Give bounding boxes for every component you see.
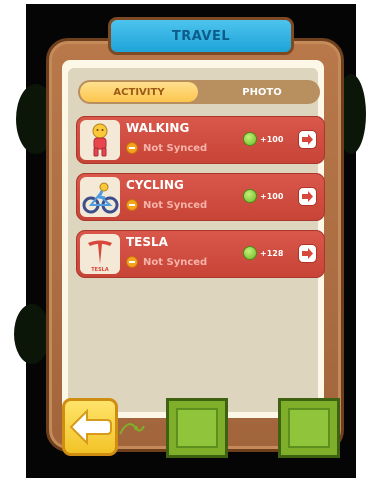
go-button[interactable]	[298, 244, 317, 263]
coin-icon	[243, 132, 257, 146]
arrow-right-icon	[302, 248, 313, 259]
activity-row-walking[interactable]: WALKING Not Synced +100	[76, 116, 325, 164]
reward-amount: +128	[260, 248, 284, 258]
page-title: TRAVEL	[171, 28, 231, 44]
activity-row-cycling[interactable]: CYCLING Not Synced +100	[76, 173, 325, 221]
activity-name: CYCLING	[126, 178, 184, 192]
status-text: Not Synced	[143, 142, 208, 154]
empty-slot-button-2[interactable]	[278, 398, 340, 458]
sync-status: Not Synced	[126, 140, 207, 156]
walking-person-icon	[80, 120, 120, 160]
minus-circle-icon	[126, 199, 138, 211]
empty-slot-button-1[interactable]	[166, 398, 228, 458]
back-button[interactable]	[62, 398, 118, 456]
status-text: Not Synced	[143, 256, 208, 268]
tesla-logo-text: TESLA	[91, 267, 109, 273]
coin-icon	[243, 246, 257, 260]
vine-decoration-icon	[119, 423, 145, 435]
go-button[interactable]	[298, 187, 317, 206]
tab-photo[interactable]: PHOTO	[206, 82, 318, 102]
activity-name: WALKING	[126, 121, 190, 135]
go-button[interactable]	[298, 130, 317, 149]
reward: +128	[243, 244, 283, 262]
minus-circle-icon	[126, 256, 138, 268]
reward-amount: +100	[260, 134, 284, 144]
reward: +100	[243, 130, 283, 148]
status-text: Not Synced	[143, 199, 208, 211]
tab-activity[interactable]: ACTIVITY	[80, 82, 198, 102]
bicycle-icon	[80, 177, 120, 217]
arrow-left-icon	[69, 408, 112, 446]
sync-status: Not Synced	[126, 254, 207, 270]
arrow-right-icon	[302, 191, 313, 202]
arrow-right-icon	[302, 134, 313, 145]
title-banner: TRAVEL	[108, 17, 294, 55]
minus-circle-icon	[126, 142, 138, 154]
coin-icon	[243, 189, 257, 203]
activity-row-tesla[interactable]: TESLA TESLA Not Synced +128	[76, 230, 325, 278]
tesla-logo-icon: TESLA	[80, 234, 120, 274]
activity-name: TESLA	[126, 235, 168, 249]
reward-amount: +100	[260, 191, 284, 201]
sync-status: Not Synced	[126, 197, 207, 213]
tab-bar: ACTIVITY PHOTO	[78, 80, 320, 104]
reward: +100	[243, 187, 283, 205]
